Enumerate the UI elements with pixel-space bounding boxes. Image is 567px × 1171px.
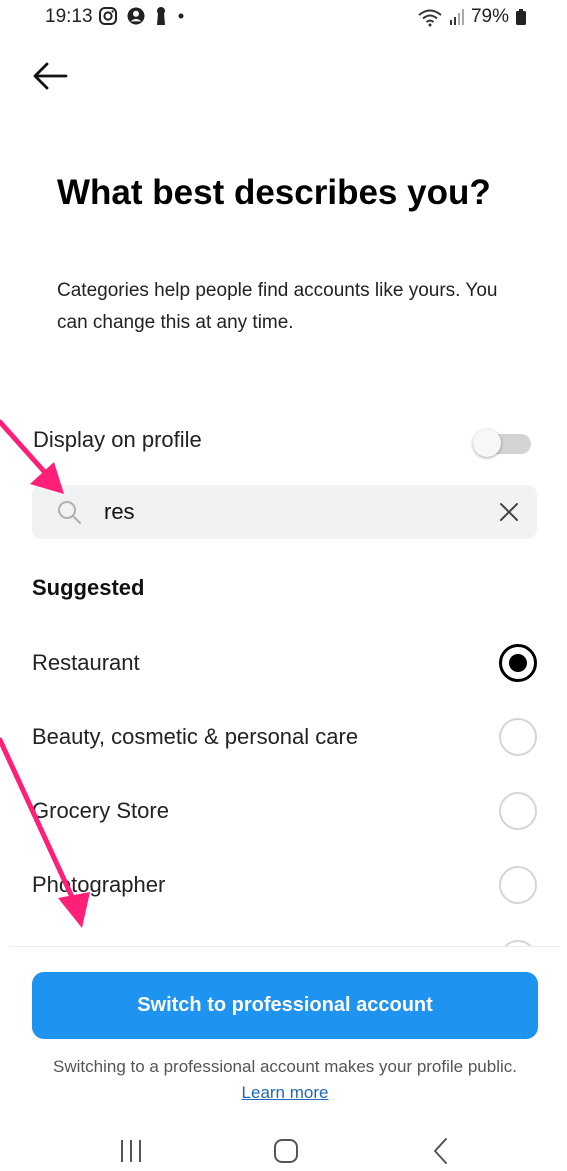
category-list: Restaurant Beauty, cosmetic & personal c… [0,626,567,946]
category-label: Restaurant [32,650,140,675]
display-on-profile-label: Display on profile [33,427,202,452]
account-icon [127,7,145,25]
category-search-box [32,485,537,539]
category-row-photographer[interactable]: Photographer [0,848,567,922]
suggested-heading: Suggested [32,575,145,600]
signal-icon [449,9,464,25]
category-radio[interactable] [499,866,537,904]
footer-divider [10,946,560,947]
category-row-grocery-store[interactable]: Grocery Store [0,774,567,848]
display-on-profile-toggle[interactable] [471,428,531,458]
close-icon [500,503,518,521]
back-button[interactable] [30,58,70,94]
status-right: 79% [417,6,527,28]
category-radio[interactable] [499,718,537,756]
instagram-icon [99,7,117,25]
clear-search-button[interactable] [495,498,523,526]
category-row-restaurant[interactable]: Restaurant [0,626,567,700]
status-notification-icons [98,6,186,26]
search-icon [58,501,81,524]
category-radio-selected[interactable] [499,644,537,682]
category-label: Grocery Store [32,798,169,823]
page-subtitle: Categories help people find accounts lik… [57,280,498,333]
footer-note-text: Switching to a professional account make… [53,1057,517,1076]
status-time: 19:13 [45,6,93,27]
page-title: What best describes you? [57,173,491,212]
battery-icon [516,9,526,25]
system-back-button[interactable] [421,1136,461,1166]
keyhole-icon [157,7,165,25]
recent-apps-icon [121,1140,141,1162]
dot-icon [178,13,184,19]
chevron-left-icon [434,1138,447,1164]
footer-note: Switching to a professional account make… [40,1054,530,1106]
category-search-input[interactable] [104,485,484,539]
home-icon [274,1139,298,1163]
recent-apps-button[interactable] [111,1136,151,1166]
category-radio[interactable] [499,792,537,830]
learn-more-link[interactable]: Learn more [242,1083,329,1102]
category-label: Beauty, cosmetic & personal care [32,724,359,749]
home-button[interactable] [266,1136,306,1166]
category-row-beauty[interactable]: Beauty, cosmetic & personal care [0,700,567,774]
switch-to-professional-button[interactable]: Switch to professional account [32,972,538,1039]
category-row-partial[interactable] [0,922,567,946]
arrow-left-icon [33,62,68,90]
toggle-knob [473,429,501,457]
wifi-icon [418,9,442,27]
category-label: Photographer [32,872,166,897]
battery-percent: 79% [470,6,509,27]
